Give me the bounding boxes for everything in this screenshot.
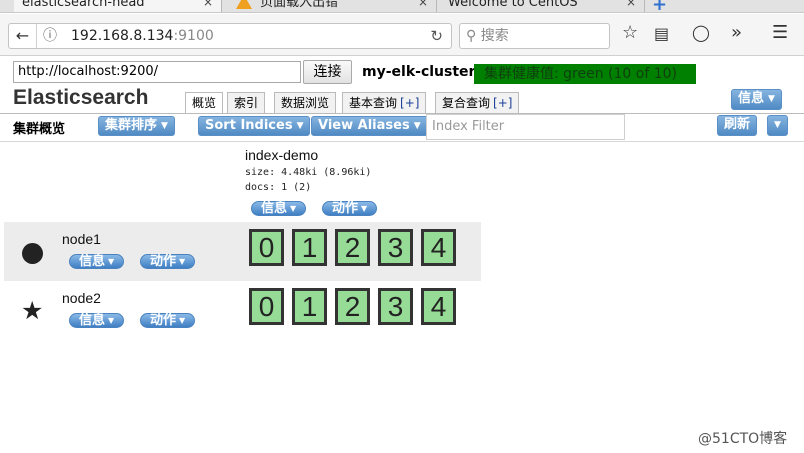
browser-tab-elasticsearch-head[interactable]: elasticsearch-head × [14, 0, 222, 12]
cluster-health-badge: 集群健康值: green (10 of 10) [474, 64, 696, 84]
index-filter-input[interactable]: Index Filter [426, 114, 625, 140]
app-title: Elasticsearch [13, 86, 149, 109]
star-icon: ★ [21, 296, 44, 325]
shard-box[interactable]: 0 [249, 288, 284, 325]
close-icon[interactable]: × [418, 0, 428, 11]
index-info-button[interactable]: 信息 ▼ [251, 201, 307, 216]
chevron-down-icon: ▼ [179, 257, 186, 266]
reading-list-icon[interactable]: ▤ [654, 24, 669, 43]
close-icon[interactable]: × [203, 0, 213, 11]
view-aliases-button[interactable]: View Aliases ▼ [311, 116, 428, 136]
overflow-chevron-icon[interactable]: » [731, 22, 742, 43]
menu-icon[interactable]: ☰ [772, 22, 788, 43]
browser-search-input[interactable]: ⚲ 搜索 [459, 23, 610, 49]
node-info-button[interactable]: 信息 ▼ [69, 313, 125, 328]
shard-box[interactable]: 0 [249, 229, 284, 266]
node-action-button[interactable]: 动作 ▼ [140, 254, 196, 269]
shard-box[interactable]: 1 [292, 288, 327, 325]
chevron-down-icon: ▼ [179, 316, 186, 325]
browser-tab-title: 页面载入出错 [260, 0, 339, 10]
browser-tab-title: elasticsearch-head [22, 0, 145, 10]
chevron-down-icon: ▼ [296, 121, 304, 131]
tab-overview[interactable]: 概览 [185, 92, 224, 115]
chevron-down-icon: ▼ [108, 257, 115, 266]
tab-indices[interactable]: 索引 [227, 92, 266, 114]
refresh-button[interactable]: 刷新 [717, 115, 758, 136]
master-node-icon [22, 243, 43, 264]
search-placeholder: 搜索 [480, 28, 509, 44]
close-icon[interactable]: × [626, 0, 636, 11]
shard-box[interactable]: 4 [421, 288, 456, 325]
watermark: @51CTO博客 [698, 431, 788, 447]
shard-box[interactable]: 2 [335, 229, 370, 266]
browser-tab-title: Welcome to CentOS [448, 0, 578, 10]
shard-box[interactable]: 3 [378, 229, 413, 266]
shard-box[interactable]: 3 [378, 288, 413, 325]
info-menu-button[interactable]: 信息 ▼ [731, 89, 782, 110]
url-text: 192.168.8.134:9100 [71, 28, 214, 44]
info-icon[interactable]: ⓘ [43, 24, 57, 48]
reload-icon[interactable]: ↻ [430, 24, 443, 48]
back-arrow-icon[interactable]: ← [9, 24, 37, 48]
tab-basic-query[interactable]: 基本查询 [+] [342, 92, 427, 114]
shard-box[interactable]: 2 [335, 288, 370, 325]
cluster-overview-label: 集群概览 [13, 122, 66, 137]
warning-icon [236, 0, 252, 9]
shard-box[interactable]: 4 [421, 229, 456, 266]
search-icon: ⚲ [466, 28, 477, 44]
connect-button[interactable]: 连接 [303, 60, 352, 84]
cluster-sort-button[interactable]: 集群排序 ▼ [98, 116, 175, 136]
index-action-button[interactable]: 动作 ▼ [322, 201, 378, 216]
node-name: node1 [62, 231, 101, 247]
navigation-bar: ← ⓘ 192.168.8.134:9100 ↻ ⚲ 搜索 ☆ ▤ ◯ » ☰ [0, 14, 804, 56]
chevron-down-icon: ▼ [774, 120, 781, 130]
sort-indices-button[interactable]: Sort Indices ▼ [198, 116, 311, 136]
chevron-down-icon: ▼ [361, 204, 368, 213]
node-info-button[interactable]: 信息 ▼ [69, 254, 125, 269]
url-bar[interactable]: ← ⓘ 192.168.8.134:9100 ↻ [8, 23, 452, 49]
bookmark-star-icon[interactable]: ☆ [622, 22, 638, 43]
pocket-icon[interactable]: ◯ [692, 23, 710, 42]
connection-url-input[interactable]: http://localhost:9200/ [13, 61, 301, 83]
index-name: index-demo [245, 147, 319, 163]
node-name: node2 [62, 290, 101, 306]
chevron-down-icon: ▼ [768, 94, 775, 104]
node-action-button[interactable]: 动作 ▼ [140, 313, 196, 328]
shard-box[interactable]: 1 [292, 229, 327, 266]
new-tab-icon[interactable]: + [652, 0, 667, 12]
index-docs: docs: 1 (2) [245, 182, 312, 193]
chevron-down-icon: ▼ [290, 204, 297, 213]
browser-tabstrip: elasticsearch-head × 页面载入出错 × Welcome to… [0, 0, 804, 13]
chevron-down-icon: ▼ [413, 121, 421, 131]
chevron-down-icon: ▼ [108, 316, 115, 325]
tab-compound-query[interactable]: 复合查询 [+] [435, 92, 520, 114]
index-size: size: 4.48ki (8.96ki) [245, 167, 372, 178]
browser-tab-centos[interactable]: Welcome to CentOS × [440, 0, 645, 12]
refresh-options-button[interactable]: ▼ [767, 115, 788, 136]
browser-tab-error[interactable]: 页面载入出错 × [228, 0, 437, 12]
cluster-name: my-elk-cluster [362, 64, 476, 80]
tab-browser[interactable]: 数据浏览 [274, 92, 337, 114]
chevron-down-icon: ▼ [161, 121, 168, 131]
